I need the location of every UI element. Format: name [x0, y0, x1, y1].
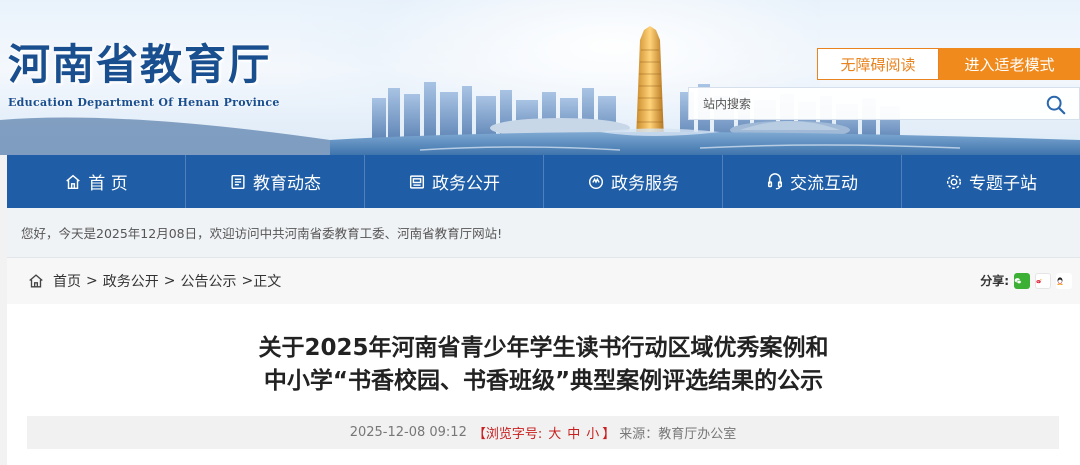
welcome-text: 您好，今天是2025年12月08日，欢迎访问中共河南省委教育工委、河南省教育厅网…	[21, 226, 503, 241]
header-banner: 河南省教育厅 Education Department Of Henan Pro…	[0, 0, 1080, 155]
main-nav: 首 页 教育动态 政务公开 政务服务 交流互动 专题子站	[7, 155, 1080, 208]
font-size-small-button[interactable]: 小	[586, 423, 599, 442]
weibo-icon[interactable]	[1035, 272, 1051, 289]
article-source: 来源：教育厅办公室	[619, 427, 737, 442]
welcome-bar: 您好，今天是2025年12月08日，欢迎访问中共河南省委教育工委、河南省教育厅网…	[7, 208, 1080, 258]
share-label: 分享:	[980, 274, 1009, 288]
breadcrumb-separator: >	[241, 273, 254, 289]
article-date: 2025-12-08 09:12	[349, 425, 467, 440]
breadcrumb-announcements-link[interactable]: 公告公示	[180, 271, 236, 291]
share-bar: 分享:	[980, 272, 1072, 289]
nav-item-label: 政务公开	[432, 174, 500, 194]
site-search-box	[688, 87, 1080, 120]
nav-item-news[interactable]: 教育动态	[186, 155, 365, 208]
font-size-large-button[interactable]: 大	[548, 423, 561, 442]
nav-item-label: 交流互动	[790, 174, 858, 194]
home-icon	[29, 274, 43, 288]
nav-item-label: 政务服务	[611, 174, 679, 194]
breadcrumb-government-affairs-link[interactable]: 政务公开	[103, 271, 159, 291]
wechat-icon[interactable]	[1014, 272, 1030, 289]
nav-item-topics[interactable]: 专题子站	[902, 155, 1080, 208]
site-logo[interactable]: 河南省教育厅 Education Department Of Henan Pro…	[8, 40, 280, 110]
home-icon	[66, 174, 81, 189]
qq-icon[interactable]	[1056, 272, 1072, 289]
article-meta: 2025-12-08 09:12 【浏览字号: 大 中 小 】 来源：教育厅办公…	[27, 416, 1059, 449]
elder-mode-button[interactable]: 进入适老模式	[939, 48, 1080, 80]
font-size-medium-button[interactable]: 中	[567, 423, 580, 442]
font-size-bracket-close: 】	[602, 427, 616, 442]
article-title: 关于2025年河南省青少年学生读书行动区域优秀案例和 中小学“书香校园、书香班级…	[7, 332, 1080, 398]
search-icon[interactable]	[1045, 94, 1067, 116]
breadcrumb: 首页 > 政务公开 > 公告公示 > 正文 分享:	[7, 258, 1080, 304]
nav-item-services[interactable]: 政务服务	[544, 155, 723, 208]
site-title-cn: 河南省教育厅	[8, 40, 273, 89]
topic-icon	[946, 174, 962, 189]
document-icon	[409, 174, 425, 189]
chat-icon	[767, 172, 783, 189]
breadcrumb-home-link[interactable]: 首页	[53, 271, 81, 291]
nav-item-home[interactable]: 首 页	[7, 155, 186, 208]
nav-item-government-affairs[interactable]: 政务公开	[365, 155, 544, 208]
article-title-line-2: 中小学“书香校园、书香班级”典型案例评选结果的公示	[263, 368, 824, 394]
breadcrumb-separator: >	[86, 273, 98, 289]
nav-item-label: 首 页	[88, 174, 128, 194]
nav-item-interaction[interactable]: 交流互动	[723, 155, 902, 208]
search-input[interactable]	[689, 88, 1029, 119]
accessibility-reading-button[interactable]: 无障碍阅读	[817, 48, 939, 80]
service-icon	[588, 174, 604, 189]
breadcrumb-current: 正文	[253, 274, 282, 290]
nav-item-label: 专题子站	[969, 174, 1037, 194]
site-title-en: Education Department Of Henan Province	[8, 96, 280, 109]
news-icon	[231, 174, 245, 189]
font-size-label: 【浏览字号:	[472, 427, 543, 442]
breadcrumb-separator: >	[163, 273, 176, 289]
article: 关于2025年河南省青少年学生读书行动区域优秀案例和 中小学“书香校园、书香班级…	[7, 304, 1080, 465]
article-title-line-1: 关于2025年河南省青少年学生读书行动区域优秀案例和	[258, 335, 829, 361]
nav-item-label: 教育动态	[253, 174, 321, 194]
